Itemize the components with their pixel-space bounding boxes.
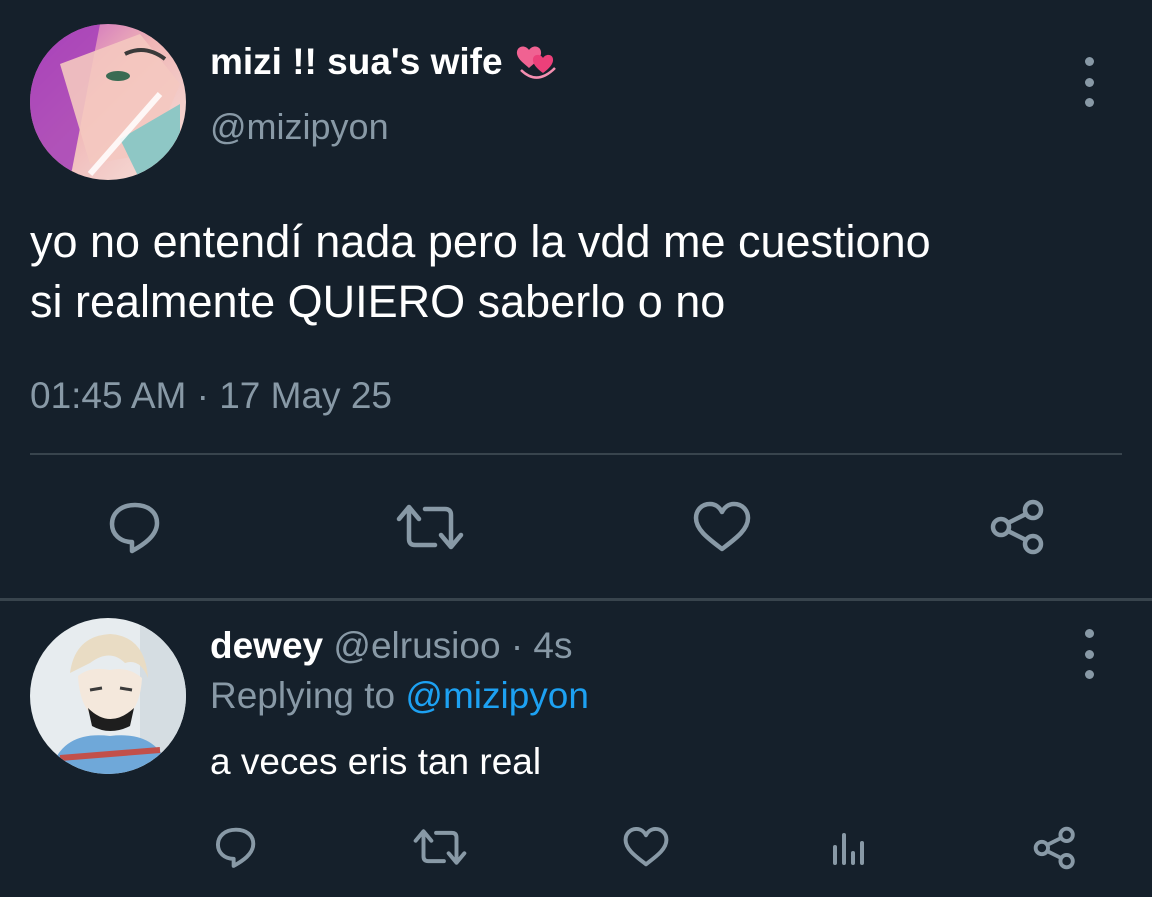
mention-link[interactable]: @mizipyon — [405, 675, 589, 716]
tweet-text-line: si realmente QUIERO saberlo o no — [30, 276, 726, 327]
avatar[interactable] — [30, 24, 186, 180]
reply-text: a veces eris tan real — [210, 741, 542, 782]
retweet-icon[interactable] — [410, 823, 470, 871]
main-tweet: mizi !! sua's wife @mizipyon yo no enten… — [0, 0, 1152, 601]
analytics-icon[interactable] — [826, 823, 870, 871]
handle-and-time: @elrusioo · 4s — [323, 625, 573, 666]
timestamp[interactable]: 01:45 AM · 17 May 25 — [30, 375, 392, 417]
retweet-icon[interactable] — [392, 497, 468, 557]
divider — [30, 453, 1122, 455]
replying-prefix: Replying to — [210, 675, 406, 716]
more-options-icon[interactable] — [1077, 57, 1101, 107]
more-options-icon[interactable] — [1077, 629, 1101, 679]
share-icon[interactable] — [1028, 823, 1082, 873]
display-name[interactable]: mizi !! sua's wife — [210, 40, 559, 84]
reply-header: dewey @elrusioo · 4s — [210, 625, 573, 667]
tweet-text: yo no entendí nada pero la vdd me cuesti… — [30, 212, 1130, 332]
like-icon[interactable] — [620, 823, 672, 871]
display-name[interactable]: dewey — [210, 625, 323, 666]
reply-tweet[interactable]: dewey @elrusioo · 4s Replying to @mizipy… — [0, 601, 1152, 897]
reply-icon[interactable] — [210, 823, 262, 871]
handle[interactable]: @mizipyon — [210, 106, 389, 148]
replying-to: Replying to @mizipyon — [210, 675, 589, 717]
tweet-text-line: yo no entendí nada pero la vdd me cuesti… — [30, 216, 931, 267]
like-icon[interactable] — [689, 497, 755, 557]
reply-icon[interactable] — [100, 497, 170, 557]
share-icon[interactable] — [985, 497, 1051, 557]
display-name-text: mizi !! sua's wife — [210, 41, 503, 82]
revolving-hearts-emoji — [515, 40, 559, 84]
avatar[interactable] — [30, 618, 186, 774]
